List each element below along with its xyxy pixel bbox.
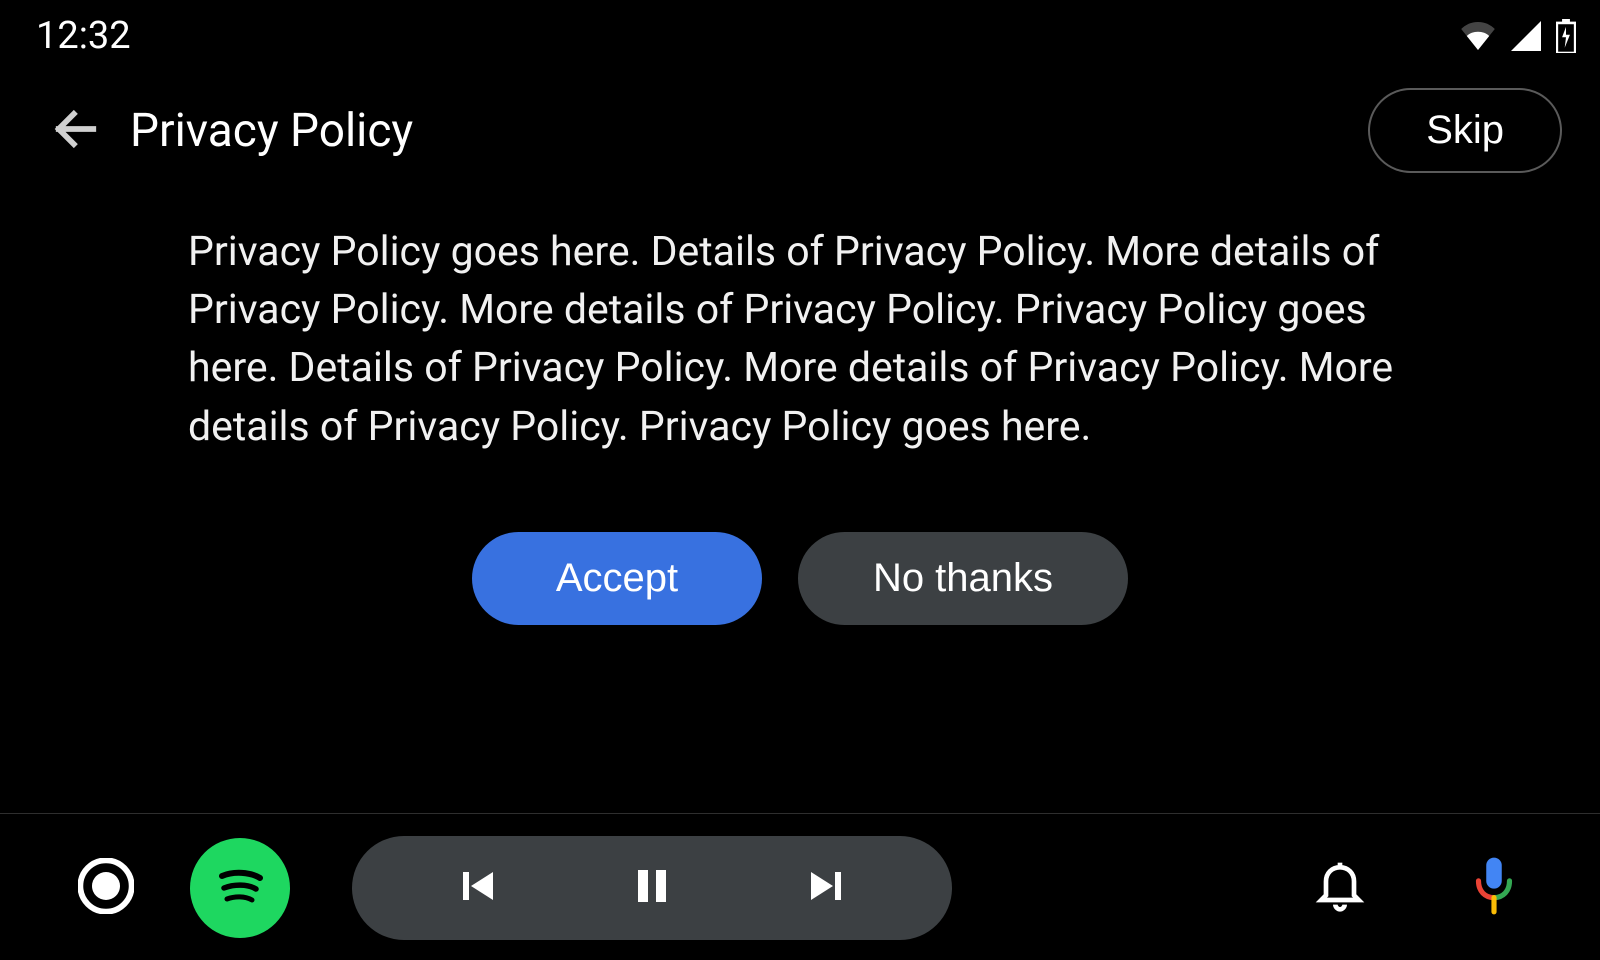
spotify-app-button[interactable]	[190, 838, 290, 938]
accept-button[interactable]: Accept	[472, 532, 762, 625]
assistant-button[interactable]	[1462, 856, 1526, 920]
notifications-button[interactable]	[1308, 856, 1372, 920]
skip-button-label: Skip	[1426, 108, 1504, 152]
play-pause-button[interactable]	[562, 848, 742, 928]
spotify-icon	[208, 854, 272, 922]
next-track-button[interactable]	[742, 848, 912, 928]
status-time: 12:32	[36, 14, 131, 58]
pause-icon	[628, 862, 676, 914]
decline-button[interactable]: No thanks	[798, 532, 1128, 625]
skip-next-icon	[803, 862, 851, 914]
status-icons	[1460, 19, 1576, 53]
cellular-icon	[1510, 21, 1542, 51]
page-title: Privacy Policy	[130, 104, 413, 158]
microphone-icon	[1468, 855, 1520, 921]
nav-bar	[0, 816, 1600, 960]
back-button[interactable]	[50, 105, 102, 157]
accept-button-label: Accept	[556, 556, 678, 600]
launcher-button[interactable]	[74, 856, 138, 920]
header: Privacy Policy Skip	[0, 68, 1600, 193]
skip-button[interactable]: Skip	[1368, 88, 1562, 173]
previous-track-button[interactable]	[392, 848, 562, 928]
launcher-icon	[78, 858, 134, 918]
status-bar: 12:32	[0, 0, 1600, 68]
skip-previous-icon	[453, 862, 501, 914]
bell-icon	[1312, 858, 1368, 918]
decline-button-label: No thanks	[873, 556, 1053, 600]
battery-icon	[1556, 19, 1576, 53]
policy-text: Privacy Policy goes here. Details of Pri…	[0, 193, 1600, 466]
divider	[0, 813, 1600, 814]
arrow-left-icon	[50, 103, 102, 159]
wifi-icon	[1460, 22, 1496, 50]
action-row: Accept No thanks	[0, 532, 1600, 625]
media-controls	[352, 836, 952, 940]
